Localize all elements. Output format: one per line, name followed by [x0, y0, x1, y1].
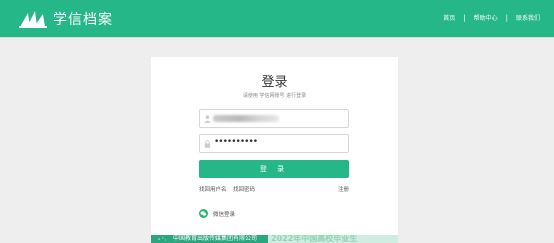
password-field[interactable]: •••••••••• [199, 134, 349, 153]
forgot-password-link[interactable]: 找回密码 [233, 185, 255, 193]
brand-logo[interactable]: 学信档案 [18, 8, 113, 30]
wechat-login-label: 微信登录 [213, 211, 236, 218]
login-subtitle: 请使用 学信网账号 进行登录 [242, 93, 307, 99]
password-mask: •••••••••• [214, 137, 258, 147]
login-title: 登录 [261, 75, 288, 90]
nav-contact[interactable]: 联系我们 [516, 13, 540, 22]
top-header: 学信档案 首页 | 帮助中心 | 联系我们 [0, 0, 554, 37]
forgot-username-link[interactable]: 找回用户名 [199, 185, 227, 193]
banner-text: 中国教育出版传媒集团有限公司 [173, 235, 258, 242]
top-nav: 首页 | 帮助中心 | 联系我们 [443, 13, 540, 23]
username-value-blurred [213, 115, 279, 122]
nav-help[interactable]: 帮助中心 [474, 13, 498, 22]
wechat-icon [199, 209, 208, 218]
promo-banner[interactable]: 中国教育出版传媒集团有限公司 2022年中国高校毕业生 [151, 235, 398, 243]
header-divider [0, 37, 554, 38]
nav-separator: | [463, 13, 466, 22]
user-icon [204, 115, 211, 123]
logo-mark-icon [19, 11, 47, 28]
login-card: 登录 请使用 学信网账号 进行登录 •••••••••• 登 录 找回用户名 找… [151, 57, 398, 243]
nav-home[interactable]: 首页 [443, 13, 455, 22]
banner-faded-text: 2022年中国高校毕业生 [271, 235, 358, 243]
login-button[interactable]: 登 录 [199, 160, 349, 178]
brand-name: 学信档案 [53, 12, 113, 28]
wechat-login[interactable]: 微信登录 [199, 209, 235, 218]
username-field[interactable] [199, 109, 349, 128]
lock-icon [204, 140, 211, 148]
register-link[interactable]: 注册 [338, 185, 349, 193]
sparkle-icon [158, 237, 166, 241]
nav-separator: | [505, 13, 508, 22]
